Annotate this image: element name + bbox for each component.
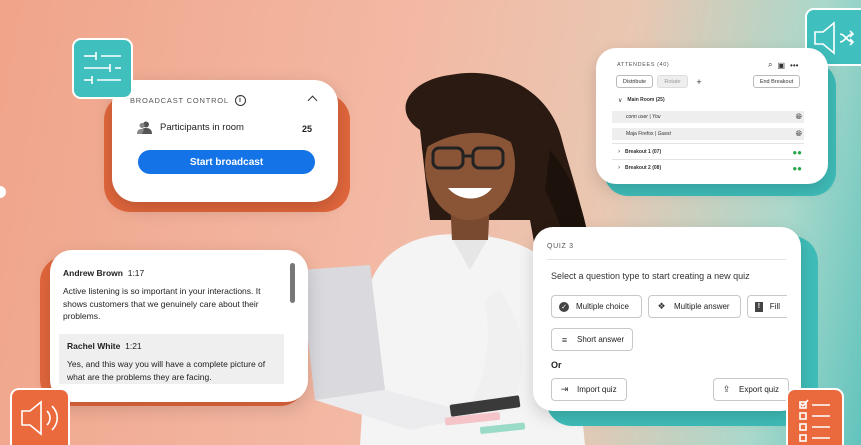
chat-message-header: Andrew Brown 1:17	[63, 268, 144, 278]
export-quiz-label: Export quiz	[739, 385, 780, 394]
breakout-row[interactable]: › Breakout 1 (07) ●●	[612, 146, 804, 158]
fill-blank-button[interactable]: ! Fill	[747, 295, 787, 318]
export-quiz-button[interactable]: ⇪ Export quiz	[713, 378, 789, 401]
speaker-icon	[21, 400, 59, 436]
attendee-name: Maja Firefox	[626, 131, 654, 137]
chat-message-text: Yes, and this way you will have a comple…	[67, 359, 266, 382]
chat-time: 1:17	[127, 268, 145, 278]
divider	[612, 159, 804, 160]
participants-count: 25	[302, 124, 313, 134]
end-breakout-button[interactable]: End Breakout	[753, 75, 800, 88]
attendees-title: ATTENDEES (40)	[617, 62, 670, 68]
add-breakout-button[interactable]: +	[692, 75, 706, 88]
group-icon: ●●	[792, 163, 802, 173]
fill-icon: !	[755, 301, 763, 312]
participants-icon	[137, 121, 152, 134]
breakout-label: Breakout 1 (07)	[625, 149, 662, 155]
chat-author: Rachel White	[67, 341, 121, 351]
chat-scrollbar[interactable]	[290, 263, 295, 303]
sliders-icon	[84, 52, 121, 84]
attendee-name: conn user	[626, 114, 648, 120]
check-circle-icon: ✓	[559, 301, 569, 312]
text-lines-icon: ≡	[561, 334, 568, 345]
fill-label: Fill	[769, 302, 780, 311]
breakout-row[interactable]: › Breakout 2 (08) ●●	[612, 162, 804, 174]
attendee-tag: | Guest	[654, 131, 671, 137]
start-broadcast-button[interactable]: Start broadcast	[138, 150, 315, 174]
chevron-down-icon: ∨	[618, 97, 623, 104]
multiple-answer-button[interactable]: ❖ Multiple answer	[648, 295, 741, 318]
chat-author: Andrew Brown	[63, 268, 123, 278]
more-icon[interactable]: •••	[790, 61, 798, 70]
chat-message-header: Rachel White 1:21	[67, 341, 142, 351]
breakout-label: Breakout 2 (08)	[625, 165, 662, 171]
checklist-icon	[799, 399, 830, 442]
info-icon[interactable]: i	[234, 95, 246, 106]
decorative-dot	[0, 186, 6, 198]
chat-time: 1:21	[125, 341, 142, 351]
participants-row: Participants in room	[137, 121, 244, 134]
divider	[612, 143, 804, 144]
attendee-tag: | You	[649, 114, 661, 120]
grid-icon[interactable]: ▣	[777, 61, 785, 70]
broadcast-control-title: BROADCAST CONTROL	[130, 96, 229, 105]
globe-icon: 🌐︎	[795, 129, 802, 138]
import-quiz-label: Import quiz	[577, 385, 617, 394]
chevron-right-icon: ›	[618, 165, 620, 171]
search-icon[interactable]: ⌕	[768, 60, 772, 70]
attendees-toolbar: ⌕ ▣ •••	[768, 60, 798, 70]
checklist-tile[interactable]	[786, 388, 844, 445]
sliders-tile[interactable]	[72, 38, 133, 99]
multiple-answer-label: Multiple answer	[674, 302, 730, 311]
main-room-row[interactable]: ∨ Main Room (25)	[612, 94, 804, 106]
quiz-title: QUIZ 3	[547, 243, 574, 250]
import-icon: ⇥	[560, 384, 569, 394]
divider	[547, 259, 786, 260]
speaker-tile[interactable]	[10, 388, 70, 445]
chat-message-text: Active listening is so important in your…	[63, 286, 261, 321]
distribute-button[interactable]: Distribute	[616, 75, 653, 88]
export-icon: ⇪	[722, 384, 731, 394]
group-icon: ●●	[792, 147, 802, 157]
multiple-answer-icon: ❖	[657, 301, 666, 311]
globe-icon: 🌐︎	[795, 112, 802, 121]
attendee-row[interactable]: Maja Firefox | Guest 🌐︎	[612, 128, 804, 140]
attendee-row[interactable]: conn user | You 🌐︎	[612, 111, 804, 123]
import-quiz-button[interactable]: ⇥ Import quiz	[551, 378, 627, 401]
short-answer-label: Short answer	[577, 335, 625, 344]
multiple-choice-label: Multiple choice	[576, 302, 629, 311]
multiple-choice-button[interactable]: ✓ Multiple choice	[551, 295, 642, 318]
participants-label: Participants in room	[160, 122, 244, 133]
rotate-button[interactable]: Rotate	[657, 75, 688, 88]
quiz-prompt: Select a question type to start creating…	[551, 271, 750, 281]
short-answer-button[interactable]: ≡ Short answer	[551, 328, 633, 351]
chevron-right-icon: ›	[618, 149, 620, 155]
or-label: Or	[551, 360, 562, 370]
broadcast-control-header: BROADCAST CONTROL i	[130, 95, 246, 106]
main-room-label: Main Room (25)	[627, 97, 665, 103]
